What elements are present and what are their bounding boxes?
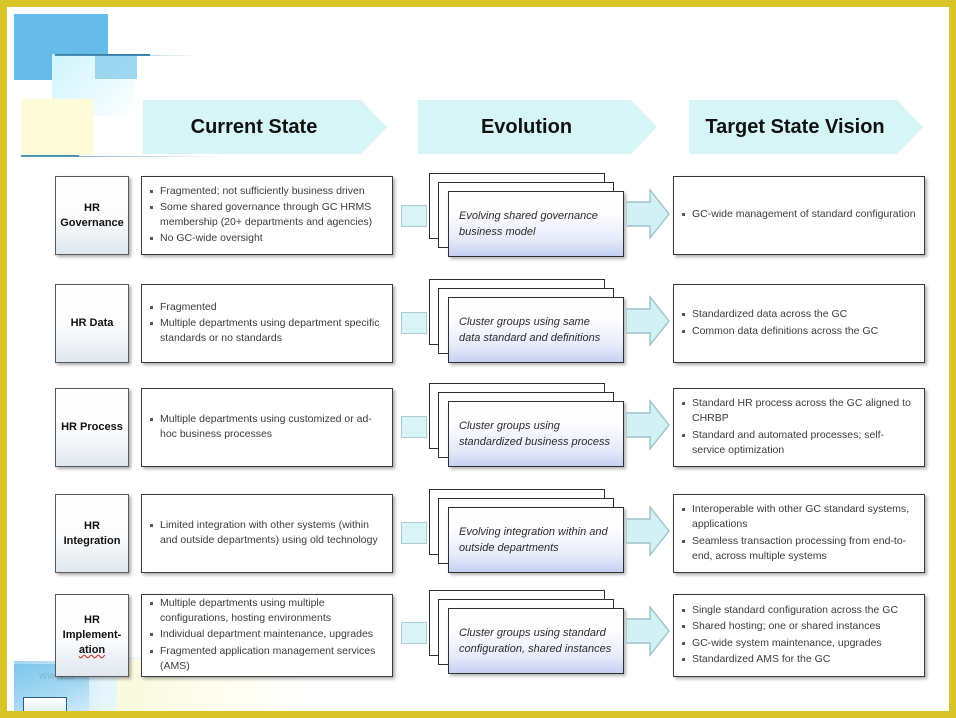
current-state-box-hr-integration: Limited integration with other systems (… bbox=[141, 494, 393, 573]
bullet-item: Common data definitions across the GC bbox=[681, 324, 916, 339]
stack-card-front: Cluster groups using same data standard … bbox=[448, 297, 624, 363]
bullet-item: Multiple departments using department sp… bbox=[149, 316, 384, 346]
bullet-item: Some shared governance through GC HRMS m… bbox=[149, 200, 384, 230]
arrow-right-row4 bbox=[626, 505, 670, 557]
label-line: HR Data bbox=[70, 317, 114, 330]
label-line: Implement- bbox=[62, 629, 122, 642]
bullet-item: Multiple departments using customized or… bbox=[149, 412, 384, 442]
stack-card-front: Cluster groups using standard configurat… bbox=[448, 608, 624, 674]
evolution-stack-hr-governance: Evolving shared governance business mode… bbox=[429, 173, 625, 263]
bullet-item: No GC-wide oversight bbox=[149, 231, 384, 246]
decor-blue-rectangle bbox=[14, 14, 108, 80]
stack-card-front: Cluster groups using standardized busine… bbox=[448, 401, 624, 467]
connector-stub-row3 bbox=[401, 416, 427, 438]
bullet-item: Single standard configuration across the… bbox=[681, 603, 916, 618]
row-label-hr-data: HR Data bbox=[55, 284, 129, 363]
stack-card-front: Evolving shared governance business mode… bbox=[448, 191, 624, 257]
evolution-stack-hr-process: Cluster groups using standardized busine… bbox=[429, 383, 625, 475]
label-line: HR bbox=[84, 519, 100, 532]
arrow-right-row5 bbox=[626, 605, 670, 657]
row-label-hr-governance: HR Governance bbox=[55, 176, 129, 255]
decor-rule-middle-fade bbox=[21, 156, 221, 157]
label-line: HR Process bbox=[61, 421, 123, 434]
arrow-right-row1 bbox=[626, 188, 670, 240]
evolution-stack-hr-integration: Evolving integration within and outside … bbox=[429, 489, 625, 581]
header-banner-target-state: Target State Vision bbox=[689, 100, 923, 154]
connector-stub-row2 bbox=[401, 312, 427, 334]
evolution-stack-hr-data: Cluster groups using same data standard … bbox=[429, 279, 625, 371]
row-label-hr-process: HR Process bbox=[55, 388, 129, 467]
header-banner-current-state: Current State bbox=[143, 100, 387, 154]
current-state-box-hr-data: Fragmented Multiple departments using de… bbox=[141, 284, 393, 363]
bullet-item: GC-wide management of standard configura… bbox=[681, 207, 916, 222]
bullet-item: Standardized data across the GC bbox=[681, 307, 916, 322]
header-label-current-state: Current State bbox=[190, 115, 318, 138]
arrow-right-row2 bbox=[626, 295, 670, 347]
header-label-evolution: Evolution bbox=[480, 115, 573, 138]
label-line: Governance bbox=[60, 216, 124, 229]
bullet-item: Individual department maintenance, upgra… bbox=[149, 627, 384, 642]
connector-stub-row4 bbox=[401, 522, 427, 544]
decor-rule-upper-fade bbox=[55, 55, 200, 56]
bullet-item: Interoperable with other GC standard sys… bbox=[681, 502, 916, 532]
label-line: Integration bbox=[63, 534, 121, 547]
label-line: HR bbox=[84, 201, 100, 214]
bullet-item: Multiple departments using multiple conf… bbox=[149, 596, 384, 626]
row-label-hr-integration: HR Integration bbox=[55, 494, 129, 573]
bullet-item: Shared hosting; one or shared instances bbox=[681, 619, 916, 634]
stack-card-front: Evolving integration within and outside … bbox=[448, 507, 624, 573]
decor-rule-upper bbox=[55, 54, 150, 56]
arrow-right-row3 bbox=[626, 399, 670, 451]
bullet-item: Fragmented; not sufficiently business dr… bbox=[149, 184, 384, 199]
evolution-stack-hr-implementation: Cluster groups using standard configurat… bbox=[429, 590, 625, 682]
target-state-box-hr-governance: GC-wide management of standard configura… bbox=[673, 176, 925, 255]
label-line-misspelled: ation bbox=[78, 643, 106, 656]
evolution-text: Evolving shared governance business mode… bbox=[459, 209, 598, 239]
bullet-item: Limited integration with other systems (… bbox=[149, 518, 384, 548]
bullet-item: GC-wide system maintenance, upgrades bbox=[681, 636, 916, 651]
bullet-item: Standard and automated processes; self-s… bbox=[681, 428, 916, 458]
label-line: HR bbox=[84, 614, 100, 627]
evolution-text: Cluster groups using same data standard … bbox=[459, 315, 601, 345]
target-state-box-hr-implementation: Single standard configuration across the… bbox=[673, 594, 925, 677]
current-state-box-hr-implementation: Multiple departments using multiple conf… bbox=[141, 594, 393, 677]
decor-bottom-small-box bbox=[23, 697, 67, 711]
decor-cyan-rectangle bbox=[52, 54, 135, 116]
row-label-hr-implementation: HR Implement- ation bbox=[55, 594, 129, 677]
evolution-text: Cluster groups using standardized busine… bbox=[459, 419, 611, 449]
bullet-item: Fragmented application management servic… bbox=[149, 644, 384, 674]
slide-canvas: www.h Current State Evolution Target Sta… bbox=[0, 0, 956, 718]
current-state-box-hr-governance: Fragmented; not sufficiently business dr… bbox=[141, 176, 393, 255]
decor-rule-middle bbox=[21, 155, 79, 157]
decor-yellow-rectangle bbox=[21, 99, 93, 155]
target-state-box-hr-data: Standardized data across the GC Common d… bbox=[673, 284, 925, 363]
target-state-box-hr-process: Standard HR process across the GC aligne… bbox=[673, 388, 925, 467]
evolution-text: Evolving integration within and outside … bbox=[459, 525, 608, 555]
bullet-item: Seamless transaction processing from end… bbox=[681, 534, 916, 564]
decor-cyan-overlap bbox=[95, 55, 137, 79]
bullet-item: Standardized AMS for the GC bbox=[681, 652, 916, 667]
bullet-item: Standard HR process across the GC aligne… bbox=[681, 396, 916, 426]
bullet-item: Fragmented bbox=[149, 300, 384, 315]
header-label-target-state: Target State Vision bbox=[705, 115, 885, 138]
target-state-box-hr-integration: Interoperable with other GC standard sys… bbox=[673, 494, 925, 573]
evolution-text: Cluster groups using standard configurat… bbox=[459, 626, 612, 656]
header-banner-evolution: Evolution bbox=[418, 100, 657, 154]
current-state-box-hr-process: Multiple departments using customized or… bbox=[141, 388, 393, 467]
connector-stub-row1 bbox=[401, 205, 427, 227]
connector-stub-row5 bbox=[401, 622, 427, 644]
